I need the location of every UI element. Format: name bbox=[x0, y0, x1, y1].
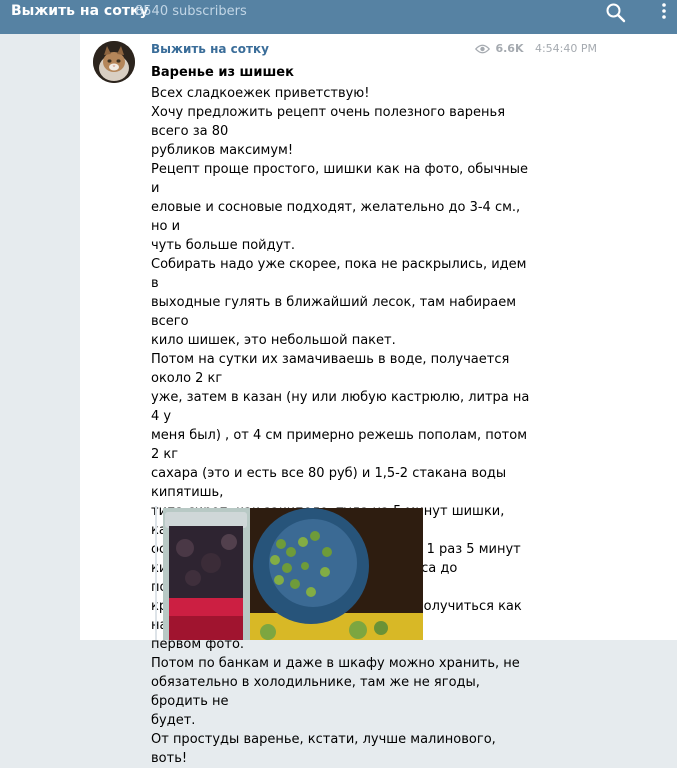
post-author[interactable]: Выжить на сотку bbox=[151, 42, 269, 56]
post-text: Всех сладкоежек приветствую! Хочу предло… bbox=[151, 86, 530, 766]
view-count: 6.6K bbox=[495, 42, 524, 55]
message-feed: Выжить на сотку 6.6K 4:54:40 PM Варенье … bbox=[80, 34, 677, 766]
media-quote-bar bbox=[155, 506, 157, 640]
post-meta: 6.6K 4:54:40 PM bbox=[474, 42, 597, 55]
post-photo[interactable] bbox=[163, 508, 423, 640]
post-title: Варенье из шишек bbox=[151, 65, 294, 80]
channel-header: Выжить на сотку 8540 subscribers bbox=[0, 0, 677, 34]
avatar[interactable] bbox=[93, 41, 135, 83]
eye-icon bbox=[474, 42, 494, 55]
subscriber-count: 8540 subscribers bbox=[135, 4, 247, 19]
post-time: 4:54:40 PM bbox=[534, 42, 597, 55]
channel-title[interactable]: Выжить на сотку bbox=[11, 3, 149, 19]
search-icon[interactable] bbox=[603, 0, 629, 26]
more-vertical-icon[interactable] bbox=[658, 0, 670, 26]
